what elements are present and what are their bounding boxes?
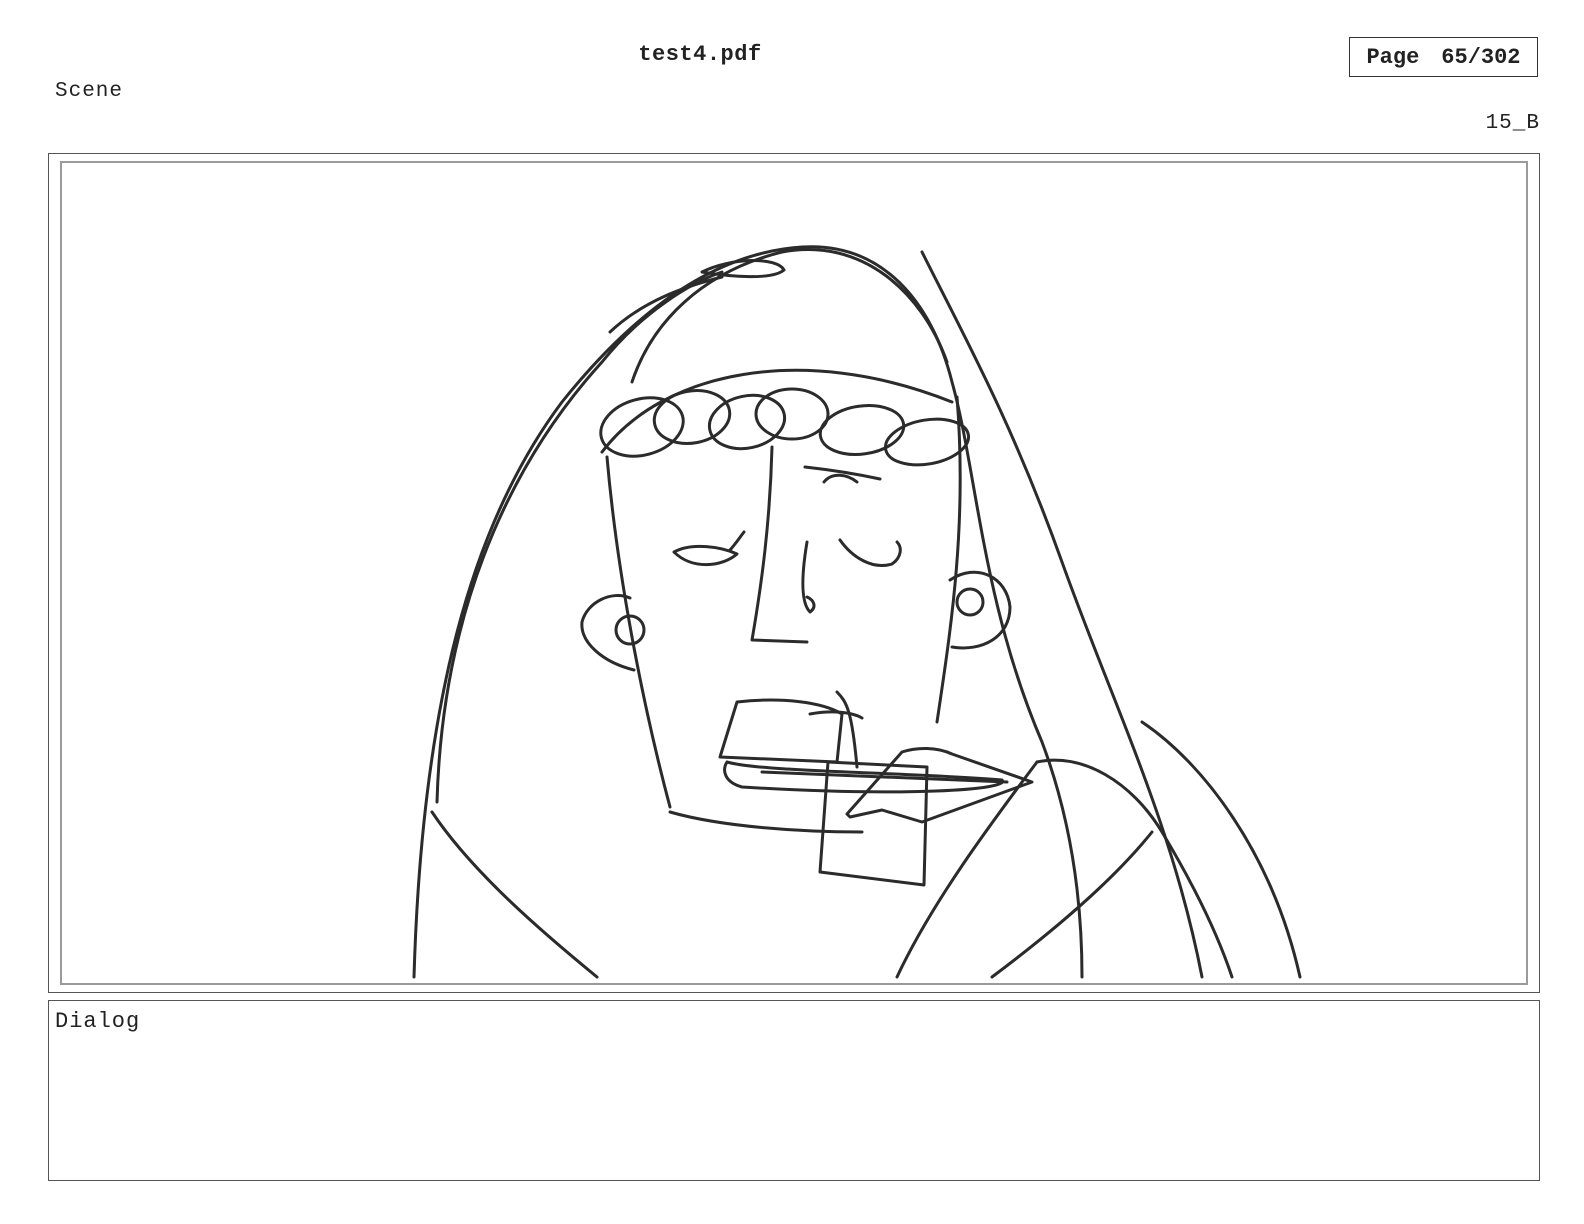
left-eye-lash <box>728 530 746 552</box>
hair-tuft <box>700 259 786 279</box>
dialog-label: Dialog <box>55 1009 141 1034</box>
collar-line <box>895 760 1039 979</box>
page-indicator: Page 65/302 <box>1349 37 1538 77</box>
curl <box>652 389 732 445</box>
nostril <box>801 540 816 614</box>
face-right-side <box>935 395 962 724</box>
curl <box>818 404 906 456</box>
hood-outline <box>412 245 1084 979</box>
document-title: test4.pdf <box>638 42 762 67</box>
curl <box>599 396 685 458</box>
hood-left-edge <box>435 270 724 804</box>
shoulder-left <box>430 810 599 979</box>
nose <box>750 445 809 644</box>
shoulder-right <box>1140 720 1302 979</box>
hood-right-strand <box>1035 758 1234 979</box>
scene-label: Scene <box>55 80 124 103</box>
brow <box>803 465 882 481</box>
hairline <box>600 368 954 454</box>
hand-box <box>818 760 929 887</box>
shot-id: 15_B <box>1485 112 1540 135</box>
page-number: 65/302 <box>1441 44 1521 70</box>
brow-mark <box>822 473 859 484</box>
right-ear-inner <box>955 587 985 617</box>
upper-lip <box>718 698 844 764</box>
character-sketch <box>412 245 1302 979</box>
panel-image <box>60 161 1528 985</box>
curl <box>754 387 830 441</box>
right-eye <box>838 538 902 567</box>
dialog-box: Dialog <box>48 1000 1540 1181</box>
curl <box>707 393 787 451</box>
thumb-shape <box>845 747 1034 824</box>
left-eye <box>672 544 739 567</box>
mouth-flick <box>808 710 864 720</box>
hood-inner-line <box>630 248 949 384</box>
jaw-line <box>668 810 864 834</box>
page-label: Page <box>1366 44 1420 70</box>
